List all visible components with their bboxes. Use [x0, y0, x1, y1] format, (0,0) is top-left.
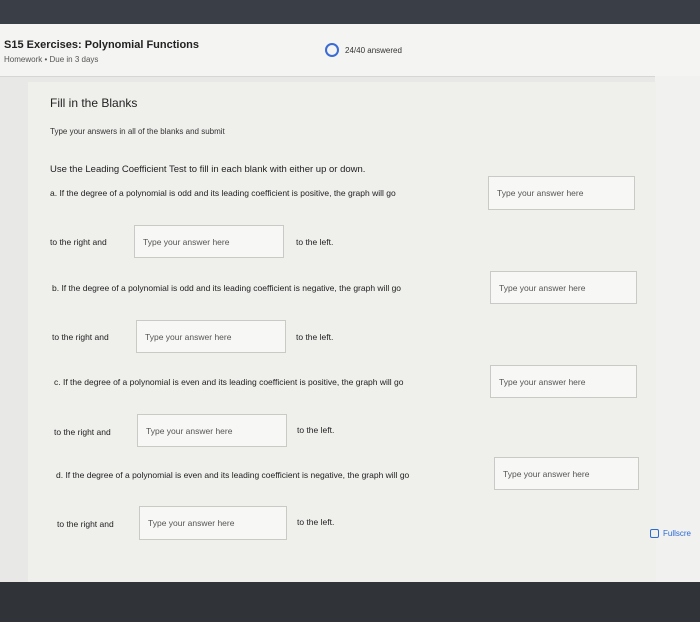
question-d-text: d. If the degree of a polynomial is even… [56, 470, 410, 480]
assignment-header: S15 Exercises: Polynomial Functions Home… [0, 24, 700, 77]
answer-b-first-input[interactable] [490, 271, 637, 304]
to-right-label: to the right and [50, 237, 107, 247]
fullscreen-label: Fullscre [663, 529, 692, 538]
answer-a-second-input[interactable] [134, 225, 284, 258]
question-card: Fill in the Blanks Type your answers in … [28, 82, 656, 582]
progress-text: 24/40 answered [345, 45, 402, 55]
fullscreen-icon [650, 529, 659, 538]
right-panel [655, 76, 700, 582]
to-left-label: to the left. [296, 237, 334, 247]
question-heading: Fill in the Blanks [50, 96, 138, 110]
to-left-label: to the left. [297, 517, 335, 527]
to-right-label: to the right and [57, 519, 114, 529]
fullscreen-button[interactable]: Fullscre [650, 529, 691, 538]
window-bottom-bar [0, 582, 700, 622]
question-intro: Use the Leading Coefficient Test to fill… [50, 164, 366, 175]
question-b-text: b. If the degree of a polynomial is odd … [52, 283, 402, 293]
assignment-page: S15 Exercises: Polynomial Functions Home… [0, 24, 700, 582]
question-instructions: Type your answers in all of the blanks a… [50, 127, 225, 136]
answer-c-second-input[interactable] [137, 414, 287, 447]
to-left-label: to the left. [297, 425, 335, 435]
to-left-label: to the left. [296, 332, 334, 342]
answer-a-first-input[interactable] [488, 176, 635, 210]
answer-b-second-input[interactable] [136, 320, 286, 353]
answer-c-first-input[interactable] [490, 365, 637, 398]
progress-indicator: 24/40 answered [325, 43, 402, 57]
window-top-bar [0, 0, 700, 24]
due-info: Homework • Due in 3 days [4, 55, 99, 64]
page-title: S15 Exercises: Polynomial Functions [4, 39, 200, 51]
progress-ring-icon [325, 43, 339, 57]
question-a-text: a. If the degree of a polynomial is odd … [50, 188, 396, 198]
to-right-label: to the right and [52, 332, 109, 342]
to-right-label: to the right and [54, 427, 111, 437]
answer-d-second-input[interactable] [139, 506, 287, 540]
question-c-text: c. If the degree of a polynomial is even… [54, 377, 404, 387]
answer-d-first-input[interactable] [494, 457, 639, 490]
